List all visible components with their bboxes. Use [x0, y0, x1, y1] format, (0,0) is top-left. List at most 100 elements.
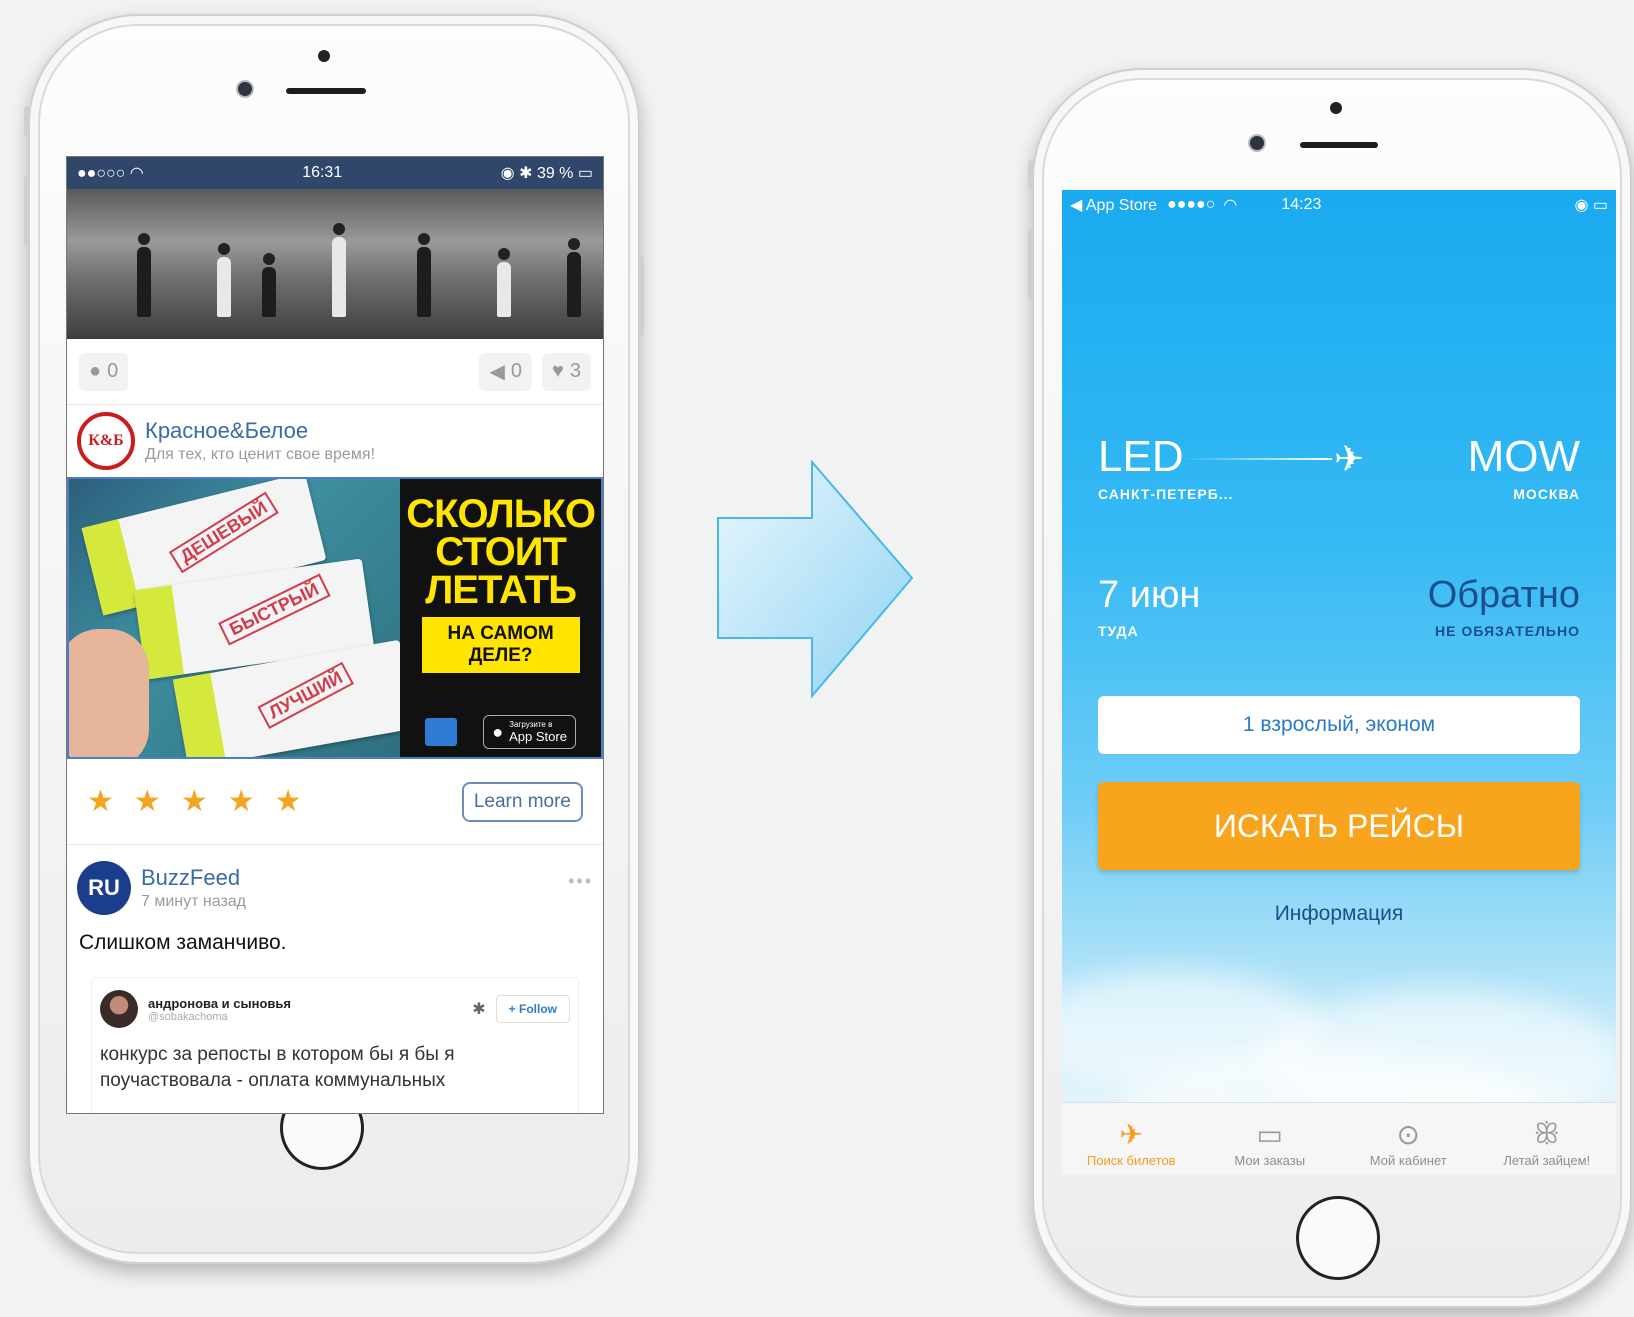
- tickets-image: ДЕШЕВЫЙ БЫСТРЫЙ ЛУЧШИЙ: [69, 479, 401, 757]
- player-figure: [217, 243, 231, 317]
- ad-rating-row: ★ ★ ★ ★ ★ Learn more: [67, 759, 603, 845]
- home-button[interactable]: [1296, 1196, 1380, 1280]
- like-button[interactable]: ♥ 3: [542, 352, 591, 391]
- transition-arrow-icon: [717, 460, 914, 699]
- tweet-header: андронова и сыновья @sobakachoma ✱ + Fol…: [100, 990, 570, 1028]
- ad-text-panel: СКОЛЬКО СТОИТ ЛЕТАТЬ НА САМОМ ДЕЛЕ? ● За…: [400, 479, 601, 757]
- tab-label: Мой кабинет: [1369, 1153, 1447, 1168]
- tab-label: Летай зайцем!: [1503, 1153, 1591, 1168]
- tab-bar: ✈ Поиск билетов ▭ Мои заказы ⊙ Мой кабин…: [1062, 1102, 1616, 1174]
- tab-my-orders[interactable]: ▭ Мои заказы: [1201, 1103, 1340, 1174]
- app-store-badge[interactable]: ● Загрузите в App Store: [483, 715, 576, 749]
- return-date-field[interactable]: Обратно НЕ ОБЯЗАТЕЛЬНО: [1428, 574, 1580, 639]
- star-icon: ★: [227, 785, 255, 818]
- store-small-label: Загрузите в: [509, 720, 553, 729]
- football-photo[interactable]: [67, 189, 603, 339]
- buzzfeed-avatar[interactable]: RU: [77, 861, 131, 915]
- star-icon: ★: [133, 785, 161, 818]
- tab-fly-free[interactable]: ꕥ Летай зайцем!: [1478, 1103, 1617, 1174]
- ad-sub-line: ДЕЛЕ?: [468, 645, 533, 666]
- add-user-icon: +: [508, 1002, 519, 1016]
- stamp-label: ЛУЧШИЙ: [257, 661, 355, 729]
- tweet-avatar[interactable]: [100, 990, 138, 1028]
- ad-subheadline: НА САМОМ ДЕЛЕ?: [421, 617, 580, 673]
- volume-button: [24, 176, 30, 246]
- departure-label: ТУДА: [1098, 623, 1139, 639]
- star-icon: ★: [87, 785, 114, 818]
- earpiece-speaker: [1300, 142, 1378, 148]
- origin-field[interactable]: LED САНКТ-ПЕТЕРБ...: [1098, 432, 1233, 502]
- tab-my-account[interactable]: ⊙ Мой кабинет: [1339, 1103, 1478, 1174]
- comment-button[interactable]: ● 0: [79, 352, 129, 391]
- back-chevron-icon: ◀: [1070, 197, 1086, 214]
- route-line: [1182, 458, 1332, 460]
- gear-icon[interactable]: ✱: [472, 999, 485, 1019]
- keyhole-icon: ⊙: [1396, 1118, 1420, 1150]
- embedded-tweet[interactable]: андронова и сыновья @sobakachoma ✱ + Fol…: [91, 977, 579, 1113]
- destination-city: МОСКВА: [1513, 486, 1580, 502]
- volume-button: [1028, 230, 1034, 300]
- front-camera: [1250, 136, 1264, 150]
- brand-tagline: Для тех, кто ценит свое время!: [145, 446, 375, 463]
- front-camera: [238, 82, 252, 96]
- follow-button[interactable]: + Follow: [495, 995, 570, 1023]
- destination-field[interactable]: MOW МОСКВА: [1468, 432, 1580, 502]
- date-selector: 7 июн ТУДА Обратно НЕ ОБЯЗАТЕЛЬНО: [1062, 574, 1616, 639]
- return-date: Обратно: [1427, 574, 1580, 616]
- tweet-handle: @sobakachoma: [148, 1010, 228, 1023]
- brand-name[interactable]: Красное&Белое: [145, 418, 375, 444]
- ad-sub-line: НА САМОМ: [447, 623, 554, 644]
- brand-avatar[interactable]: К&Б: [77, 412, 135, 470]
- megaphone-icon: ◀: [489, 361, 505, 383]
- tweet-text: конкурс за репосты в котором бы я бы я п…: [100, 1044, 455, 1091]
- back-to-app-store[interactable]: ◀ App Store: [1070, 195, 1157, 215]
- tweet-author[interactable]: андронова и сыновья: [148, 996, 291, 1011]
- stamp-label: ДЕШЕВЫЙ: [168, 491, 280, 574]
- learn-more-button[interactable]: Learn more: [461, 781, 583, 822]
- store-big-label: App Store: [509, 729, 567, 744]
- post-time: 7 минут назад: [141, 893, 247, 910]
- passengers-field[interactable]: 1 взрослый, эконом: [1098, 696, 1580, 754]
- repost-button[interactable]: ◀ 0: [479, 352, 532, 391]
- origin-code: LED: [1098, 432, 1184, 481]
- ad-headline-1: СКОЛЬКО: [406, 492, 596, 536]
- post-actions: ● 0 ◀ 0 ♥ 3: [67, 339, 603, 405]
- route-selector: ✈ LED САНКТ-ПЕТЕРБ... MOW МОСКВА: [1062, 432, 1616, 502]
- status-time: 16:31: [302, 164, 343, 181]
- earpiece-speaker: [286, 88, 366, 94]
- stamp-label: БЫСТРЫЙ: [218, 573, 331, 646]
- more-options-icon[interactable]: •••: [568, 871, 593, 892]
- ad-footer: ● Загрузите в App Store: [425, 715, 576, 749]
- hand-image: [69, 629, 149, 757]
- ad-headline-2: СТОИТ: [435, 530, 567, 574]
- info-link[interactable]: Информация: [1062, 902, 1616, 926]
- destination-code: MOW: [1467, 432, 1580, 481]
- tickets-icon: ▭: [1256, 1118, 1283, 1150]
- departure-date-field[interactable]: 7 июн ТУДА: [1098, 574, 1200, 639]
- search-flights-button[interactable]: ИСКАТЬ РЕЙСЫ: [1098, 782, 1580, 870]
- player-figure: [262, 253, 276, 317]
- signal-indicator: ●●●●○: [1167, 196, 1216, 213]
- player-figure: [567, 238, 581, 317]
- mute-switch: [1028, 160, 1034, 190]
- follow-label: Follow: [519, 1002, 557, 1016]
- departure-date: 7 июн: [1098, 574, 1201, 616]
- status-right: ◉ ✱ 39 % ▭: [500, 165, 593, 182]
- star-icon: ★: [180, 785, 208, 818]
- comparison-stage: ●●○○○ ◠ 16:31 ◉ ✱ 39 % ▭ ● 0 ◀ 0 ♥ 3 К&Б Кр…: [0, 0, 1634, 1317]
- ad-creative[interactable]: ДЕШЕВЫЙ БЫСТРЫЙ ЛУЧШИЙ СКОЛЬКО СТОИТ ЛЕТ…: [67, 477, 603, 759]
- return-label: НЕ ОБЯЗАТЕЛЬНО: [1435, 623, 1580, 639]
- status-time: 14:23: [1281, 196, 1322, 213]
- battery-icon: ◉ ▭: [1574, 197, 1608, 214]
- apple-icon: ●: [492, 721, 504, 742]
- bunny-icon: ꕥ: [1533, 1117, 1560, 1149]
- status-bar: ◀ App Store ●●●●○ ◠ 14:23 ◉ ▭: [1062, 190, 1616, 220]
- plane-icon: ✈: [1334, 438, 1365, 479]
- tab-search-tickets[interactable]: ✈ Поиск билетов: [1062, 1103, 1201, 1174]
- player-figure: [137, 233, 151, 317]
- proximity-sensor: [1330, 102, 1342, 114]
- heart-icon: ♥: [552, 360, 564, 382]
- buzzfeed-name[interactable]: BuzzFeed: [141, 865, 246, 891]
- comment-icon: ●: [89, 360, 102, 382]
- player-figure: [417, 233, 431, 317]
